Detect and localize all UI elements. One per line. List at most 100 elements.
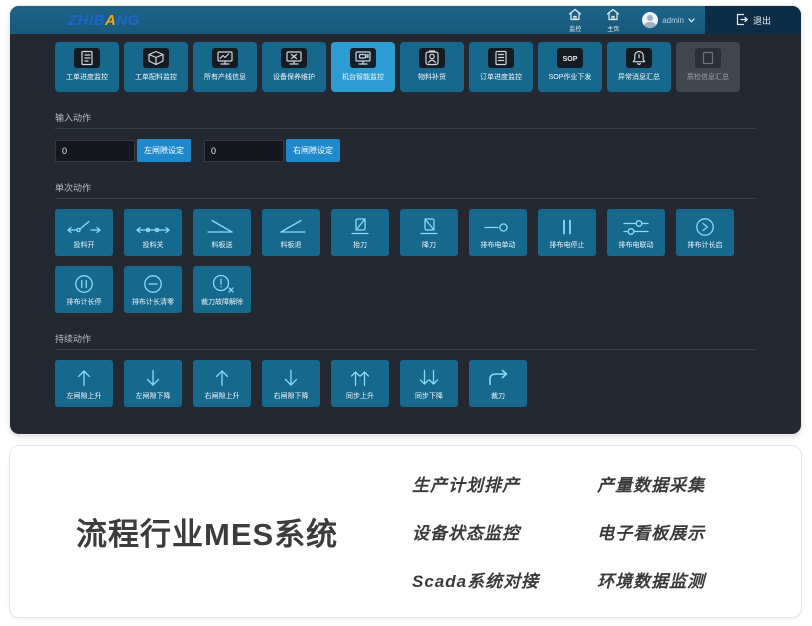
tile-work-order-progress[interactable]: 工单进度监控 <box>55 42 119 92</box>
tile-label: 质检信息汇总 <box>687 72 729 82</box>
feature-item: Scada系统对接 <box>412 567 539 592</box>
order-progress-icon <box>488 48 514 68</box>
action-knife-raise[interactable]: 抬刀 <box>331 209 389 256</box>
minus-circle-icon <box>135 273 171 295</box>
action-knife-lower[interactable]: 降刀 <box>400 209 458 256</box>
home-monitor-icon <box>568 8 582 23</box>
logo-text: ZHIB <box>68 12 105 29</box>
action-right-gap-down[interactable]: 右闸隙下降 <box>262 360 320 407</box>
tile-equipment-maintenance[interactable]: 设备保养维护 <box>262 42 326 92</box>
action-label: 同步下降 <box>415 391 443 401</box>
curved-arrow-right-icon <box>480 367 516 389</box>
left-gap-input-group: 左闸隙设定 <box>55 139 191 162</box>
nav-monitor[interactable]: 监控 <box>556 6 594 34</box>
left-gap-set-button[interactable]: 左闸隙设定 <box>137 139 191 162</box>
tile-quality-summary[interactable]: 质检信息汇总 <box>676 42 740 92</box>
action-plate-send[interactable]: 料板送 <box>193 209 251 256</box>
single-actions-grid: 投料开 投料关 料板送 料板退 抬刀 降刀 <box>55 209 755 313</box>
sop-icon: SOP <box>557 48 583 68</box>
action-length-counter-clear[interactable]: 排布计长清零 <box>124 266 182 313</box>
action-left-gap-down[interactable]: 左闸隙下降 <box>124 360 182 407</box>
action-feed-open[interactable]: 投料开 <box>55 209 113 256</box>
action-sync-down[interactable]: 同步下降 <box>400 360 458 407</box>
arrow-up-icon <box>204 367 240 389</box>
action-label: 左闸隙上升 <box>67 391 102 401</box>
tile-material-replenish[interactable]: 物料补货 <box>400 42 464 92</box>
action-label: 料板退 <box>281 240 302 250</box>
quality-check-icon <box>695 48 721 68</box>
action-plate-return[interactable]: 料板退 <box>262 209 320 256</box>
feature-item: 产量数据采集 <box>597 471 705 496</box>
action-label: 投料开 <box>74 240 95 250</box>
pause-icon <box>549 216 585 238</box>
action-knife-fault-clear[interactable]: 裁刀故障解除 <box>193 266 251 313</box>
action-spread-motor-linked[interactable]: 排布电联动 <box>607 209 665 256</box>
logo-accent-letter: A <box>105 12 116 29</box>
tile-alert-summary[interactable]: 异常消息汇总 <box>607 42 671 92</box>
top-bar: ZHIBANG 监控 主页 admin 退出 <box>10 6 801 34</box>
action-feed-close[interactable]: 投料关 <box>124 209 182 256</box>
action-cut-knife[interactable]: 裁刀 <box>469 360 527 407</box>
topbar-spacer <box>140 6 556 34</box>
section-title-single-actions: 单次动作 <box>55 181 756 194</box>
nav-home[interactable]: 主页 <box>594 6 632 34</box>
plate-send-icon <box>204 216 240 238</box>
tile-sop-dispatch[interactable]: SOP SOP作业下发 <box>538 42 602 92</box>
module-tile-row: 工单进度监控 工单配料监控 所有产线信息 设备保养维护 <box>55 42 756 92</box>
tile-production-line-info[interactable]: 所有产线信息 <box>193 42 257 92</box>
section-divider <box>55 128 756 129</box>
action-length-counter-stop[interactable]: 排布计长停 <box>55 266 113 313</box>
action-label: 排布电停止 <box>550 240 585 250</box>
feature-item: 电子看板展示 <box>597 519 705 544</box>
tile-label: 设备保养维护 <box>273 72 315 82</box>
section-title-continuous-actions: 持续动作 <box>55 332 756 345</box>
feature-column-1: 生产计划排产 设备状态监控 Scada系统对接 <box>412 471 539 592</box>
feature-item: 设备状态监控 <box>412 519 539 544</box>
tile-machine-smart-monitor[interactable]: 机台智能监控 <box>331 42 395 92</box>
material-replenish-icon <box>419 48 445 68</box>
action-label: 料板送 <box>212 240 233 250</box>
action-label: 排布计长启 <box>688 240 723 250</box>
arrow-up-icon <box>66 367 102 389</box>
action-label: 同步上升 <box>346 391 374 401</box>
equipment-maintenance-icon <box>281 48 307 68</box>
action-spread-motor-stop[interactable]: 排布电停止 <box>538 209 596 256</box>
tile-work-order-material[interactable]: 工单配料监控 <box>124 42 188 92</box>
alert-clear-icon <box>204 273 240 295</box>
right-gap-set-button[interactable]: 右闸隙设定 <box>286 139 340 162</box>
mes-dashboard-panel: ZHIBANG 监控 主页 admin 退出 <box>10 6 801 434</box>
section-title-input-actions: 输入动作 <box>55 111 756 124</box>
nav-home-label: 主页 <box>607 24 619 33</box>
user-menu[interactable]: admin <box>632 6 705 34</box>
arrow-down-icon <box>273 367 309 389</box>
logout-button[interactable]: 退出 <box>705 6 801 34</box>
action-label: 右闸隙上升 <box>205 391 240 401</box>
feature-column-2: 产量数据采集 电子看板展示 环境数据监测 <box>597 471 705 592</box>
feed-close-icon <box>135 216 171 238</box>
action-label: 左闸隙下降 <box>136 391 171 401</box>
right-gap-input[interactable] <box>204 140 284 162</box>
mes-system-title: 流程行业MES系统 <box>76 509 412 554</box>
logout-icon <box>735 13 748 28</box>
action-right-gap-up[interactable]: 右闸隙上升 <box>193 360 251 407</box>
left-gap-input[interactable] <box>55 140 135 162</box>
tile-label: SOP作业下发 <box>549 72 592 82</box>
action-label: 裁刀故障解除 <box>201 297 243 307</box>
input-actions-row: 左闸隙设定 右闸隙设定 <box>55 139 756 162</box>
action-label: 抬刀 <box>353 240 367 250</box>
action-label: 投料关 <box>143 240 164 250</box>
tile-order-progress[interactable]: 订单进度监控 <box>469 42 533 92</box>
machine-smart-monitor-icon <box>350 48 376 68</box>
action-label: 排布电单动 <box>481 240 516 250</box>
action-left-gap-up[interactable]: 左闸隙上升 <box>55 360 113 407</box>
motor-jog-icon <box>480 216 516 238</box>
logo-text-suffix: NG <box>116 12 140 29</box>
action-length-counter-start[interactable]: 排布计长启 <box>676 209 734 256</box>
production-line-info-icon <box>212 48 238 68</box>
feature-item: 环境数据监测 <box>597 567 705 592</box>
action-label: 排布电联动 <box>619 240 654 250</box>
arrow-down-icon <box>135 367 171 389</box>
action-spread-motor-jog[interactable]: 排布电单动 <box>469 209 527 256</box>
action-sync-up[interactable]: 同步上升 <box>331 360 389 407</box>
section-divider <box>55 349 756 350</box>
